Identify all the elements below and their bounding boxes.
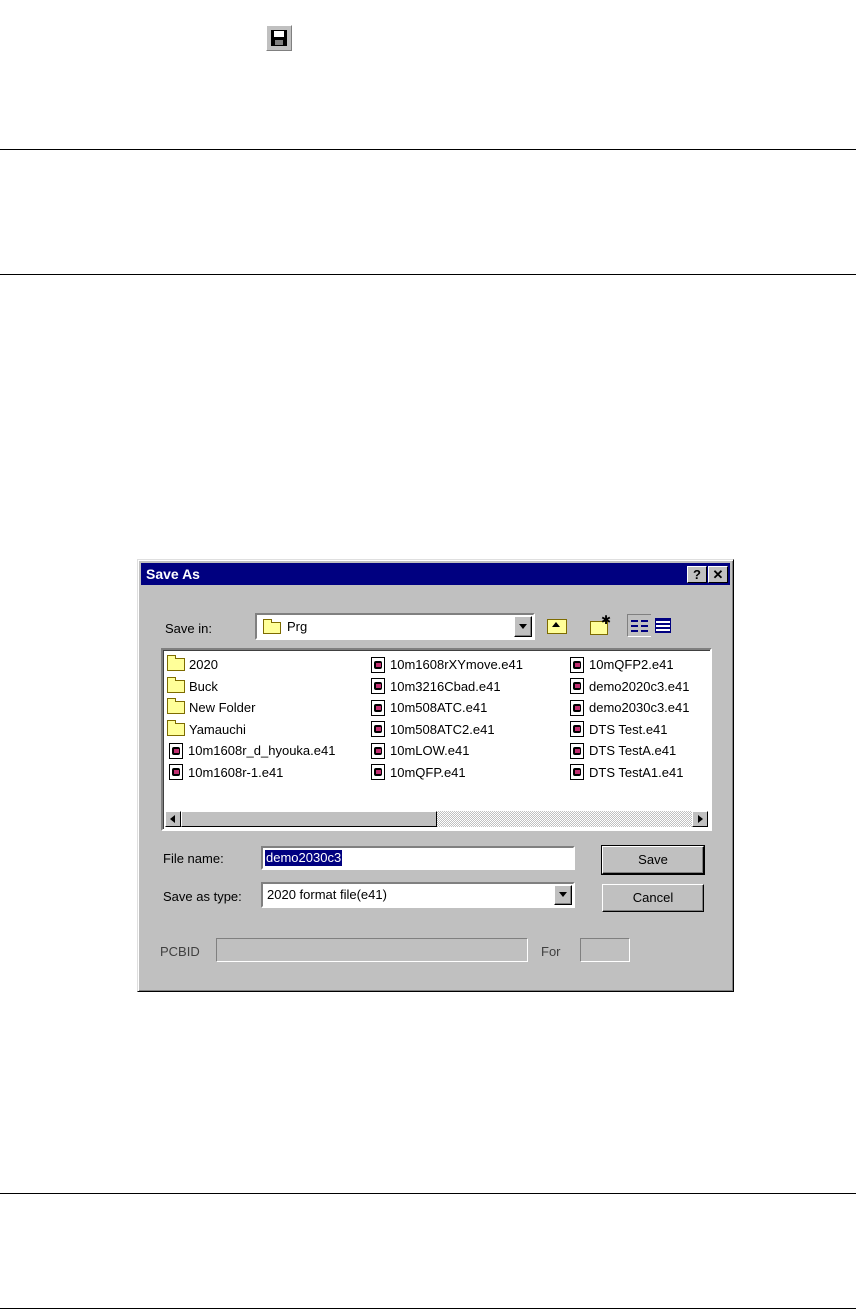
save-in-value: Prg (287, 619, 308, 634)
save-in-label: Save in: (165, 621, 212, 636)
file-icon (570, 699, 584, 716)
create-new-folder-button[interactable]: ✱ (587, 614, 612, 637)
divider-line (0, 149, 856, 150)
file-icon (169, 764, 183, 781)
details-view-icon (655, 618, 671, 633)
list-item[interactable]: 10m508ATC2.e41 (369, 719, 523, 741)
save-disk-icon (266, 25, 292, 51)
save-as-type-label: Save as type: (163, 889, 242, 904)
list-item[interactable]: New Folder (167, 697, 335, 719)
list-item[interactable]: 10m1608r-1.e41 (167, 762, 335, 784)
file-name-input[interactable]: demo2030c3 (261, 846, 575, 870)
file-name-label: File name: (163, 851, 224, 866)
scroll-right-button[interactable] (692, 811, 708, 827)
sparkle-icon: ✱ (601, 613, 612, 627)
file-icon (570, 742, 584, 759)
file-icon (570, 656, 584, 673)
pcbid-label: PCBID (160, 944, 200, 959)
left-arrow-icon (170, 815, 175, 823)
list-item[interactable]: DTS TestA.e41 (568, 740, 689, 762)
save-in-dropdown-button[interactable] (514, 616, 532, 637)
folder-icon (167, 698, 185, 715)
help-button[interactable]: ? (687, 566, 707, 583)
pcbid-field (216, 938, 528, 962)
close-button[interactable]: ✕ (708, 566, 728, 583)
folder-icon (167, 676, 185, 693)
save-as-type-value: 2020 format file(e41) (267, 887, 387, 902)
folder-icon (167, 655, 185, 672)
list-item[interactable]: 10m1608rXYmove.e41 (369, 654, 523, 676)
for-field (580, 938, 630, 962)
file-icon (570, 764, 584, 781)
list-item[interactable]: Yamauchi (167, 719, 335, 741)
file-list[interactable]: 2020 Buck New Folder Yamauchi 10m1608r_d… (161, 648, 712, 831)
folder-icon (263, 619, 281, 634)
list-item[interactable]: 2020 (167, 654, 335, 676)
scroll-left-button[interactable] (165, 811, 181, 827)
file-icon (371, 742, 385, 759)
file-icon (169, 742, 183, 759)
scrollbar-thumb[interactable] (181, 811, 437, 827)
save-as-type-dropdown-button[interactable] (554, 885, 572, 905)
up-one-level-button[interactable] (544, 614, 569, 637)
list-item[interactable]: DTS Test.e41 (568, 719, 689, 741)
dialog-title: Save As (146, 566, 200, 582)
list-item[interactable]: 10mQFP2.e41 (568, 654, 689, 676)
for-label: For (541, 944, 561, 959)
divider-line (0, 274, 856, 275)
right-arrow-icon (698, 815, 703, 823)
save-as-type-select[interactable]: 2020 format file(e41) (261, 882, 575, 908)
horizontal-scrollbar[interactable] (165, 811, 708, 827)
list-view-button[interactable] (627, 614, 652, 637)
list-item[interactable]: 10mQFP.e41 (369, 762, 523, 784)
file-icon (371, 721, 385, 738)
dialog-titlebar: Save As ? ✕ (141, 563, 730, 585)
list-item[interactable]: Buck (167, 676, 335, 698)
file-icon (570, 721, 584, 738)
list-item[interactable]: 10m3216Cbad.e41 (369, 676, 523, 698)
save-in-combo[interactable]: Prg (255, 613, 535, 640)
save-button[interactable]: Save (601, 845, 705, 875)
file-column-1: 2020 Buck New Folder Yamauchi 10m1608r_d… (167, 654, 335, 783)
list-item[interactable]: 10m1608r_d_hyouka.e41 (167, 740, 335, 762)
list-item[interactable]: 10m508ATC.e41 (369, 697, 523, 719)
list-item[interactable]: 10mLOW.e41 (369, 740, 523, 762)
list-item[interactable]: DTS TestA1.e41 (568, 762, 689, 784)
cancel-button[interactable]: Cancel (602, 884, 704, 912)
file-icon (371, 699, 385, 716)
file-column-3: 10mQFP2.e41 demo2020c3.e41 demo2030c3.e4… (568, 654, 689, 783)
divider-line (0, 1193, 856, 1194)
file-icon (371, 656, 385, 673)
list-view-icon (631, 619, 649, 633)
details-view-button[interactable] (651, 614, 676, 637)
file-icon (371, 678, 385, 695)
file-name-value: demo2030c3 (265, 850, 343, 866)
folder-icon (167, 719, 185, 736)
list-item[interactable]: demo2030c3.e41 (568, 697, 689, 719)
file-icon (371, 764, 385, 781)
file-column-2: 10m1608rXYmove.e41 10m3216Cbad.e41 10m50… (369, 654, 523, 783)
save-as-dialog: Save As ? ✕ Save in: Prg ✱ 2020 Buck New… (137, 559, 734, 992)
list-item[interactable]: demo2020c3.e41 (568, 676, 689, 698)
file-icon (570, 678, 584, 695)
